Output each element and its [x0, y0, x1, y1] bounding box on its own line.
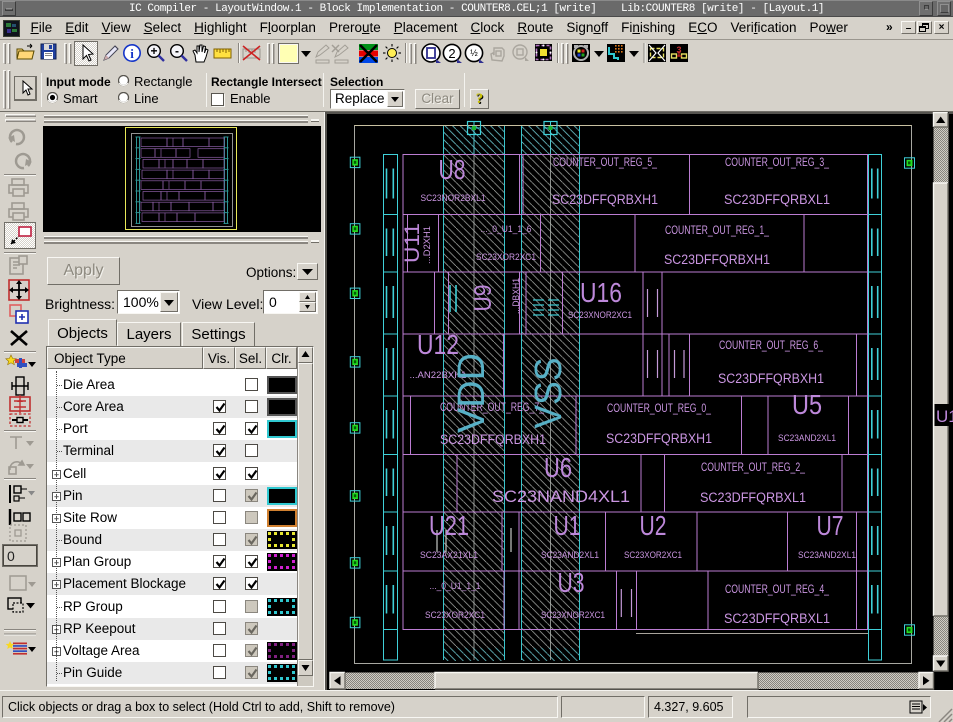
svg-text:VDD: VDD: [451, 353, 493, 433]
svg-text:SC23XOR2XC1: SC23XOR2XC1: [425, 610, 485, 621]
svg-text:0: 0: [7, 548, 15, 564]
svg-text:2: 2: [448, 46, 455, 61]
svg-text:3: 3: [676, 45, 681, 55]
svg-text:SC23AX21XL1: SC23AX21XL1: [420, 550, 478, 561]
svg-text:COUNTER_OUT_REG_2_: COUNTER_OUT_REG_2_: [701, 462, 805, 474]
svg-text:U7: U7: [817, 510, 844, 541]
svg-text:U5: U5: [792, 389, 822, 420]
svg-text:...D2XH1: ...D2XH1: [422, 226, 432, 264]
svg-text:..._0_U1_1_6: ..._0_U1_1_6: [481, 224, 532, 235]
svg-text:U3: U3: [558, 567, 585, 598]
svg-text:SC23DFFQRBXH1: SC23DFFQRBXH1: [664, 252, 770, 267]
svg-text:COUNTER_OUT_REG_5_: COUNTER_OUT_REG_5_: [553, 157, 657, 169]
svg-text:U2: U2: [640, 510, 667, 541]
svg-text:SC23DFFQRBXH1: SC23DFFQRBXH1: [440, 432, 546, 447]
svg-text:U15: U15: [936, 407, 953, 426]
svg-text:COUNTER_OUT_REG_3_: COUNTER_OUT_REG_3_: [725, 157, 829, 169]
svg-text:SC23DFFQRBXH1: SC23DFFQRBXH1: [552, 192, 658, 207]
svg-text:U1: U1: [554, 510, 581, 541]
svg-text:U16: U16: [580, 277, 622, 308]
svg-text:U11: U11: [401, 223, 424, 263]
svg-text:COUNTER_OUT_REG_4_: COUNTER_OUT_REG_4_: [725, 584, 829, 596]
svg-text:-: -: [175, 44, 179, 58]
svg-text:COUNTER_OUT_REG_1_: COUNTER_OUT_REG_1_: [665, 225, 769, 237]
svg-text:SC23AND2XL1: SC23AND2XL1: [541, 550, 599, 561]
svg-text:SC23XNOR2XC1: SC23XNOR2XC1: [568, 310, 632, 321]
svg-text:..._0_U1_1_1: ..._0_U1_1_1: [430, 581, 481, 592]
svg-text:SC23DFFQRBXH1: SC23DFFQRBXH1: [718, 371, 824, 386]
svg-text:COUNTER_OUT_REG_6_: COUNTER_OUT_REG_6_: [719, 340, 823, 352]
svg-text:+: +: [150, 44, 157, 58]
svg-text:i: i: [130, 46, 134, 61]
svg-text:U21: U21: [429, 510, 469, 541]
svg-text:COUNTER_OUT_REG_0_: COUNTER_OUT_REG_0_: [607, 403, 711, 415]
svg-text:SC23AND2XL1: SC23AND2XL1: [798, 550, 856, 561]
svg-text:SC23DFFQRBXL1: SC23DFFQRBXL1: [700, 490, 806, 505]
svg-text:SC23NOR2BXL1: SC23NOR2BXL1: [421, 193, 486, 204]
svg-text:VSS: VSS: [528, 358, 570, 429]
svg-text:SC23XOR2XC1: SC23XOR2XC1: [476, 252, 536, 263]
svg-text:SC23DFFQRBXL1: SC23DFFQRBXL1: [724, 192, 830, 207]
svg-text:SC23AND2XL1: SC23AND2XL1: [778, 433, 836, 444]
svg-text:SC23XOR2XC1: SC23XOR2XC1: [624, 550, 682, 561]
svg-text:U8: U8: [439, 154, 466, 185]
svg-text:U6: U6: [544, 452, 572, 483]
svg-text:U9: U9: [470, 285, 497, 312]
svg-text:SC23DFFQRBXL1: SC23DFFQRBXL1: [724, 611, 830, 626]
svg-text:SC23XNOR2XC1: SC23XNOR2XC1: [541, 610, 605, 621]
svg-text:SC23NAND4XL1: SC23NAND4XL1: [492, 488, 630, 506]
svg-text:SC23DFFQRBXH1: SC23DFFQRBXH1: [606, 431, 712, 446]
svg-text:...DBXH1: ...DBXH1: [511, 278, 521, 314]
svg-text:½: ½: [470, 48, 478, 58]
